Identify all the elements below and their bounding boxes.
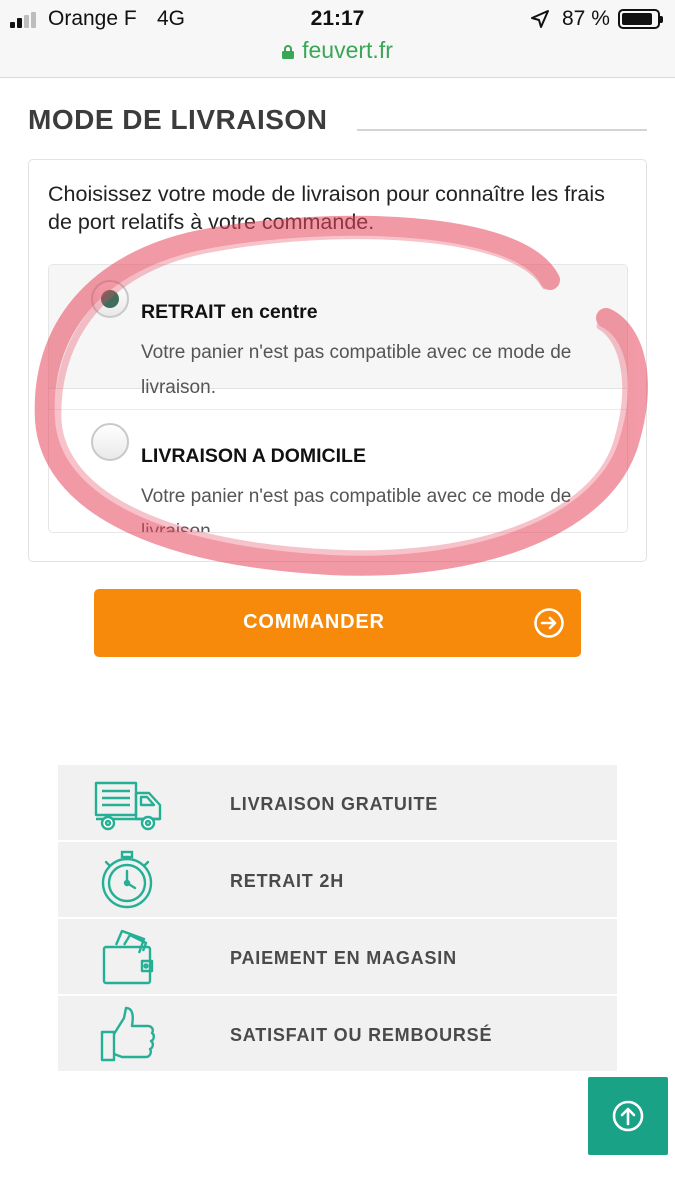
battery-percent: 87 % — [562, 7, 610, 30]
delivery-intro-text: Choisissez votre mode de livraison pour … — [48, 182, 605, 234]
status-bar: Orange F 4G 21:17 87 % feuvert.fr — [0, 0, 675, 78]
option-description: Votre panier n'est pas compatible avec c… — [141, 486, 572, 533]
battery-icon — [618, 9, 663, 29]
location-arrow-icon — [531, 10, 549, 28]
benefit-label: RETRAIT 2H — [230, 871, 345, 891]
radio-selected-dot — [101, 290, 119, 308]
lock-icon — [282, 38, 295, 59]
benefit-label: SATISFAIT OU REMBOURSÉ — [230, 1025, 493, 1045]
radio-home-delivery[interactable] — [91, 423, 129, 461]
option-title: RETRAIT en centre — [141, 301, 318, 323]
delivery-options-list: RETRAIT en centre Votre panier n'est pas… — [48, 264, 628, 533]
arrow-up-circle-icon — [612, 1100, 644, 1132]
benefit-item-pay-in-store: PAIEMENT EN MAGASIN — [58, 919, 617, 994]
thumbs-up-icon — [100, 1006, 155, 1062]
option-title: LIVRAISON A DOMICILE — [141, 445, 366, 467]
address-bar[interactable]: feuvert.fr — [0, 37, 675, 64]
back-to-top-button[interactable] — [588, 1077, 668, 1155]
arrow-right-circle-icon — [534, 608, 564, 638]
benefit-label: LIVRAISON GRATUITE — [230, 794, 439, 814]
delivery-option-home-delivery[interactable]: LIVRAISON A DOMICILE Votre panier n'est … — [49, 409, 627, 533]
stopwatch-icon — [101, 850, 153, 909]
benefit-item-satisfaction: SATISFAIT OU REMBOURSÉ — [58, 996, 617, 1071]
truck-icon — [94, 781, 162, 831]
page-title: MODE DE LIVRAISON — [28, 104, 328, 135]
title-divider — [357, 129, 647, 131]
order-button[interactable]: COMMANDER — [94, 589, 581, 657]
radio-store-pickup[interactable] — [91, 280, 129, 318]
order-button-label: COMMANDER — [243, 611, 385, 633]
benefit-item-free-delivery: LIVRAISON GRATUITE — [58, 765, 617, 840]
benefits-list: LIVRAISON GRATUITE RETRAIT 2H PAIEMENT E… — [58, 765, 617, 1073]
delivery-mode-card: Choisissez votre mode de livraison pour … — [28, 159, 647, 562]
benefit-label: PAIEMENT EN MAGASIN — [230, 948, 457, 968]
url-text: feuvert.fr — [302, 37, 393, 63]
benefit-item-pickup-2h: RETRAIT 2H — [58, 842, 617, 917]
wallet-icon — [102, 929, 154, 985]
delivery-option-store-pickup[interactable]: RETRAIT en centre Votre panier n'est pas… — [49, 265, 627, 398]
option-description: Votre panier n'est pas compatible avec c… — [141, 342, 572, 398]
